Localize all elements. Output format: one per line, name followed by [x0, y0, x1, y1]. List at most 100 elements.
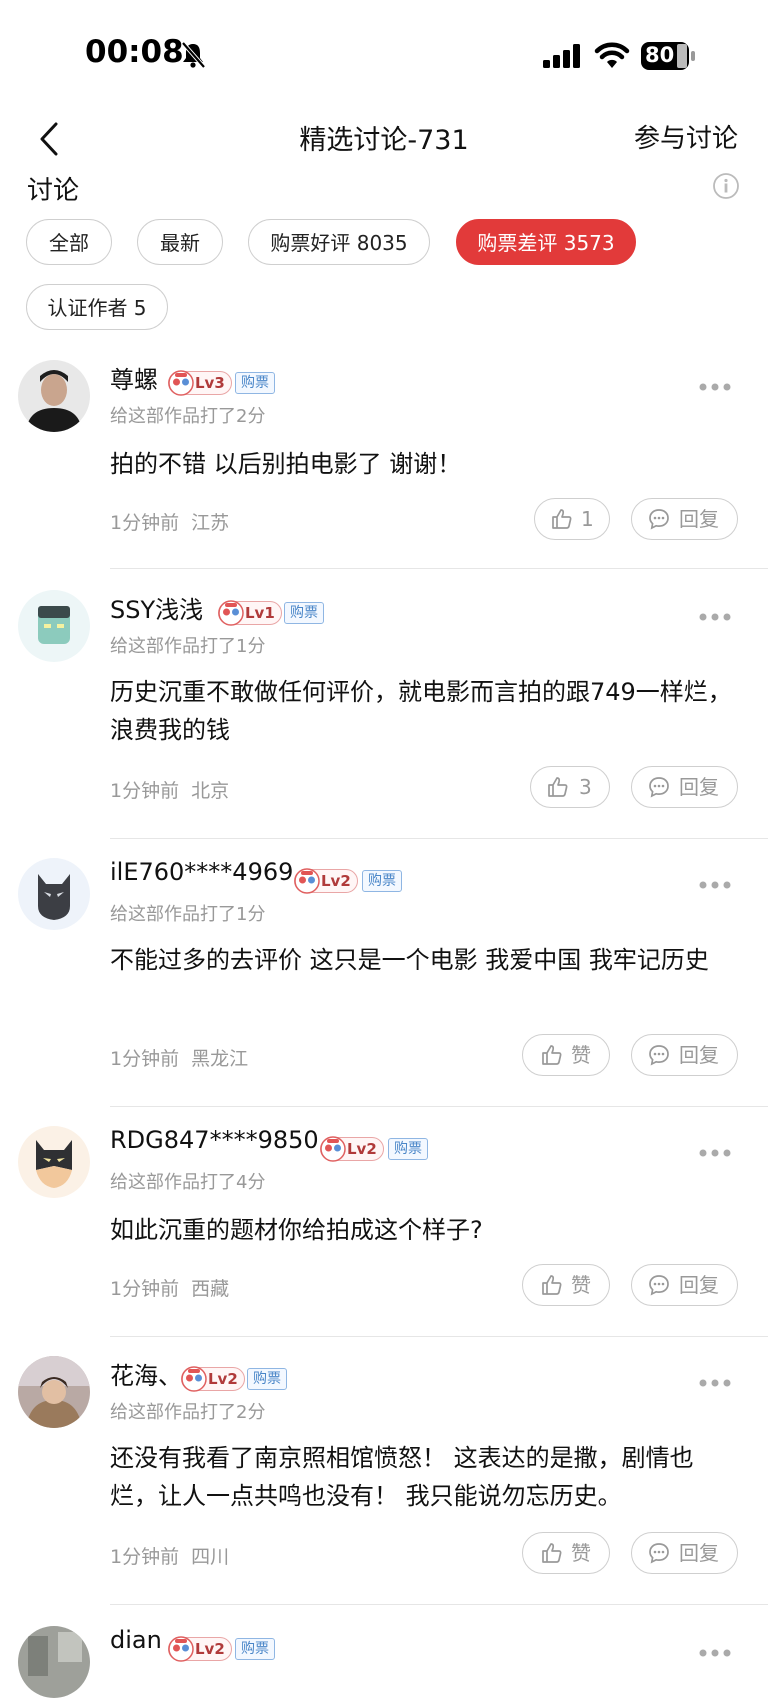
like-button[interactable]: 1: [534, 498, 610, 540]
divider: [110, 1106, 768, 1107]
status-bar: 00:08 80: [0, 0, 768, 100]
divider: [110, 1604, 768, 1605]
comment-location: 西藏: [191, 1278, 230, 1300]
comment-text: 不能过多的去评价 这只是一个电影 我爱中国 我牢记历史: [110, 946, 709, 974]
section-title: 讨论: [27, 176, 80, 206]
comment-time: 1分钟前: [110, 512, 180, 534]
chat-bubble-icon: [649, 1543, 669, 1564]
reply-button[interactable]: 回复: [631, 498, 738, 540]
level-badge: Lv1: [218, 600, 282, 626]
filter-all[interactable]: 全部: [26, 219, 112, 265]
reply-button[interactable]: 回复: [631, 1034, 738, 1076]
battery-icon: 80: [640, 41, 696, 71]
like-button[interactable]: 赞: [522, 1532, 610, 1574]
ticket-badge: 购票: [388, 1138, 428, 1160]
rating-text: 给这部作品打了1分: [110, 904, 266, 925]
filter-latest[interactable]: 最新: [137, 219, 223, 265]
bell-muted-icon: [181, 41, 206, 69]
comment-text: 如此沉重的题材你给拍成这个样子?: [110, 1216, 483, 1244]
comment-time: 1分钟前: [110, 1048, 180, 1070]
more-icon[interactable]: [698, 1148, 732, 1158]
wifi-icon: [594, 42, 630, 68]
join-discussion-button[interactable]: 参与讨论: [634, 118, 738, 155]
thumbs-up-icon: [542, 1275, 562, 1295]
rating-text: 给这部作品打了2分: [110, 1402, 266, 1423]
divider: [110, 838, 768, 839]
avatar[interactable]: [18, 590, 90, 662]
username[interactable]: ilE760****4969: [110, 858, 293, 886]
comment-meta: 1分钟前 西藏: [110, 1274, 229, 1301]
rating-text: 给这部作品打了4分: [110, 1172, 266, 1193]
like-count: 3: [579, 775, 592, 799]
reply-label: 回复: [679, 1273, 719, 1297]
more-icon[interactable]: [698, 612, 732, 622]
comment-location: 江苏: [191, 512, 230, 534]
filter-positive[interactable]: 购票好评 8035: [248, 219, 430, 265]
comment-meta: 1分钟前 北京: [110, 776, 229, 803]
level-label: Lv1: [245, 604, 275, 622]
level-label: Lv3: [195, 374, 225, 392]
signal-icon: [543, 44, 580, 68]
level-label: Lv2: [347, 1140, 377, 1158]
level-label: Lv2: [208, 1370, 238, 1388]
like-label: 赞: [571, 1541, 591, 1565]
reply-button[interactable]: 回复: [631, 1264, 738, 1306]
ticket-badge: 购票: [284, 602, 324, 624]
chat-bubble-icon: [649, 1275, 669, 1296]
like-button[interactable]: 赞: [522, 1034, 610, 1076]
comment-text: 历史沉重不敢做任何评价，就电影而言拍的跟749一样烂，浪费我的钱: [110, 678, 732, 744]
reply-button[interactable]: 回复: [631, 766, 738, 808]
comment-text: 还没有我看了南京照相馆愤怒！ 这表达的是撒，剧情也烂，让人一点共鸣也没有！ 我只…: [110, 1444, 694, 1510]
chat-bubble-icon: [649, 777, 669, 798]
level-badge: Lv3: [168, 370, 232, 396]
thumbs-up-icon: [552, 509, 572, 529]
avatar[interactable]: [18, 1356, 90, 1428]
ticket-badge: 购票: [235, 372, 275, 394]
reply-label: 回复: [679, 1541, 719, 1565]
reply-label: 回复: [679, 775, 719, 799]
comment-meta: 1分钟前 江苏: [110, 508, 229, 535]
username[interactable]: dian: [110, 1626, 162, 1654]
avatar[interactable]: [18, 1126, 90, 1198]
more-icon[interactable]: [698, 382, 732, 392]
avatar[interactable]: [18, 858, 90, 930]
comment-time: 1分钟前: [110, 780, 180, 802]
comment-location: 黑龙江: [191, 1048, 249, 1070]
filter-certified-author[interactable]: 认证作者 5: [26, 284, 168, 330]
comment-location: 四川: [191, 1546, 230, 1568]
divider: [110, 568, 768, 569]
more-icon[interactable]: [698, 880, 732, 890]
thumbs-up-icon: [542, 1543, 562, 1563]
chat-bubble-icon: [649, 509, 669, 530]
reply-label: 回复: [679, 1043, 719, 1067]
ticket-badge: 购票: [362, 870, 402, 892]
battery-level: 80: [645, 43, 675, 67]
more-icon[interactable]: [698, 1648, 732, 1658]
level-badge: Lv2: [320, 1136, 384, 1162]
comment-time: 1分钟前: [110, 1278, 180, 1300]
thumbs-up-icon: [548, 777, 568, 797]
username[interactable]: 花海、: [110, 1356, 182, 1391]
username[interactable]: SSY浅浅: [110, 590, 203, 625]
username[interactable]: RDG847****9850: [110, 1126, 319, 1154]
comment-meta: 1分钟前 四川: [110, 1542, 229, 1569]
username[interactable]: 尊螺: [110, 360, 158, 395]
like-label: 赞: [571, 1273, 591, 1297]
like-button[interactable]: 3: [530, 766, 610, 808]
chat-bubble-icon: [649, 1045, 669, 1066]
status-time: 00:08: [85, 34, 184, 70]
like-count: 1: [581, 507, 594, 531]
like-button[interactable]: 赞: [522, 1264, 610, 1306]
filter-negative[interactable]: 购票差评 3573: [456, 219, 636, 265]
divider: [110, 1336, 768, 1337]
like-label: 赞: [571, 1043, 591, 1067]
avatar[interactable]: [18, 1626, 90, 1698]
info-icon[interactable]: [712, 172, 740, 200]
avatar[interactable]: [18, 360, 90, 432]
comment-location: 北京: [191, 780, 230, 802]
more-icon[interactable]: [698, 1378, 732, 1388]
level-badge: Lv2: [181, 1366, 245, 1392]
level-label: Lv2: [321, 872, 351, 890]
reply-button[interactable]: 回复: [631, 1532, 738, 1574]
nav-bar: 精选讨论-731 参与讨论: [0, 110, 768, 170]
